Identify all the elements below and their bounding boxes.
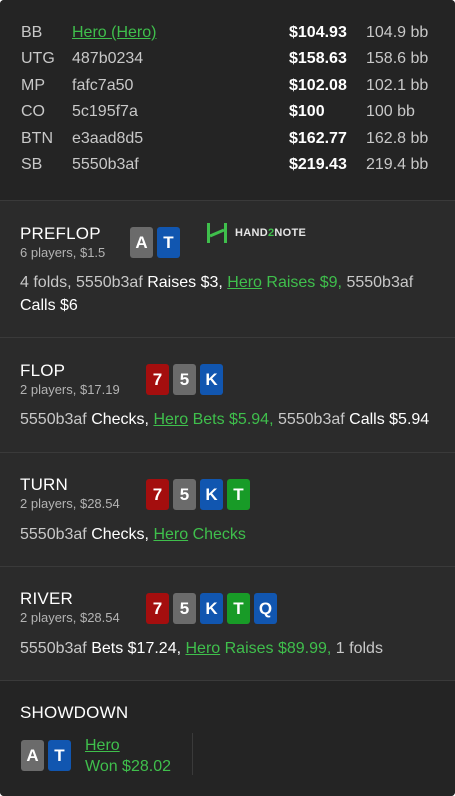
player-row: MP fafc7a50 $102.08 102.1 bb: [0, 73, 455, 99]
river-section: RIVER 2 players, $28.54 7 5 K T Q 5550b3…: [0, 566, 455, 680]
player-stack: $104.93: [289, 24, 347, 41]
card: 5: [173, 479, 196, 510]
street-actions: 5550b3af Checks, Hero Checks: [20, 526, 246, 543]
player-stack: $102.08: [289, 77, 347, 94]
player-stack-bb: 158.6 bb: [366, 50, 429, 67]
players-table: BB Hero (Hero) $104.93 104.9 bb UTG 487b…: [0, 0, 455, 200]
winner-cards: A T: [21, 740, 71, 771]
player-position: CO: [21, 103, 45, 120]
hero-link[interactable]: Hero: [85, 735, 171, 756]
player-stack: $100: [289, 103, 325, 120]
hero-link[interactable]: Hero: [153, 526, 188, 543]
hero-link[interactable]: Hero: [153, 411, 188, 428]
player-name: 5550b3af: [72, 156, 139, 173]
street-title: TURN: [20, 475, 69, 494]
card: 5: [173, 364, 196, 395]
street-actions: 5550b3af Bets $17.24, Hero Raises $89.99…: [20, 640, 383, 657]
street-title: RIVER: [20, 589, 73, 608]
player-position: BTN: [21, 130, 53, 147]
hole-cards: A T: [130, 227, 180, 258]
card: 5: [173, 593, 196, 624]
player-row: UTG 487b0234 $158.63 158.6 bb: [0, 46, 455, 72]
turn-section: TURN 2 players, $28.54 7 5 K T 5550b3af …: [0, 452, 455, 566]
hero-link[interactable]: Hero: [185, 640, 220, 657]
player-position: MP: [21, 77, 45, 94]
street-subtitle: 2 players, $28.54: [20, 496, 120, 511]
hero-link[interactable]: Hero: [227, 274, 262, 291]
player-position: BB: [21, 24, 43, 41]
card: A: [21, 740, 44, 771]
player-position: UTG: [21, 50, 55, 67]
card: A: [130, 227, 153, 258]
player-row: CO 5c195f7a $100 100 bb: [0, 99, 455, 125]
player-stack-bb: 100 bb: [366, 103, 415, 120]
player-stack-bb: 102.1 bb: [366, 77, 429, 94]
card: 7: [146, 364, 169, 395]
hero-link[interactable]: Hero (Hero): [72, 24, 156, 41]
board-cards: 7 5 K T: [146, 479, 250, 510]
street-subtitle: 2 players, $28.54: [20, 610, 120, 625]
card: K: [200, 364, 223, 395]
flop-section: FLOP 2 players, $17.19 7 5 K 5550b3af Ch…: [0, 337, 455, 452]
street-actions: 4 folds, 5550b3af Raises $3, Hero Raises…: [20, 274, 414, 314]
card: 7: [146, 479, 169, 510]
player-name: 5c195f7a: [72, 103, 138, 120]
street-actions: 5550b3af Checks, Hero Bets $5.94, 5550b3…: [20, 411, 430, 428]
street-subtitle: 6 players, $1.5: [20, 245, 106, 260]
player-name[interactable]: Hero (Hero): [72, 20, 156, 46]
player-name: fafc7a50: [72, 77, 134, 94]
player-position: SB: [21, 156, 43, 173]
hand2note-logo: HAND2NOTE: [205, 221, 306, 245]
card: 7: [146, 593, 169, 624]
street-subtitle: 2 players, $17.19: [20, 382, 120, 397]
board-cards: 7 5 K: [146, 364, 223, 395]
winner-info: Hero Won $28.02: [85, 735, 171, 777]
hand2note-logo-icon: [207, 223, 227, 243]
card: K: [200, 479, 223, 510]
card: K: [200, 593, 223, 624]
preflop-section: PREFLOP 6 players, $1.5 A T HAND2NOTE 4 …: [0, 200, 455, 337]
card: T: [227, 479, 250, 510]
player-name: e3aad8d5: [72, 130, 144, 147]
player-name: 487b0234: [72, 50, 144, 67]
street-title: PREFLOP: [20, 224, 101, 243]
player-stack: $162.77: [289, 130, 347, 147]
winner-amount: Won $28.02: [85, 758, 171, 775]
card: Q: [254, 593, 277, 624]
player-row: BB Hero (Hero) $104.93 104.9 bb: [0, 20, 455, 46]
card: T: [227, 593, 250, 624]
player-stack-bb: 219.4 bb: [366, 156, 429, 173]
logo-text: HAND2NOTE: [235, 227, 307, 239]
player-stack: $158.63: [289, 50, 347, 67]
street-title: FLOP: [20, 361, 66, 380]
card: T: [48, 740, 71, 771]
street-title: SHOWDOWN: [20, 703, 129, 722]
card: T: [157, 227, 180, 258]
showdown-section: SHOWDOWN A T Hero Won $28.02: [0, 680, 455, 796]
hand-history-panel: BB Hero (Hero) $104.93 104.9 bb UTG 487b…: [0, 0, 455, 796]
divider: [192, 733, 193, 775]
player-stack-bb: 104.9 bb: [366, 24, 429, 41]
player-row: BTN e3aad8d5 $162.77 162.8 bb: [0, 126, 455, 152]
player-row: SB 5550b3af $219.43 219.4 bb: [0, 152, 455, 178]
board-cards: 7 5 K T Q: [146, 593, 277, 624]
player-stack-bb: 162.8 bb: [366, 130, 429, 147]
player-stack: $219.43: [289, 156, 347, 173]
